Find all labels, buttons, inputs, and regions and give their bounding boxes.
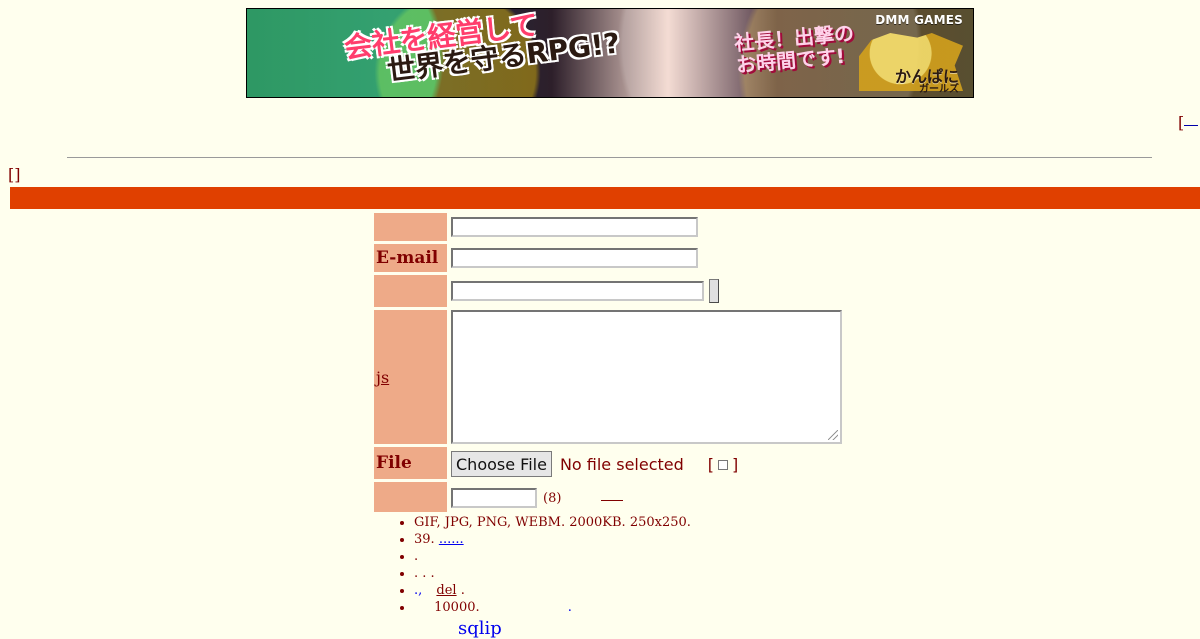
form-row-6-field: (8) [451,486,852,510]
js-label: js [374,310,447,444]
top-area: DMM GAMES 会社を経営して 世界を守るRPG!? 社長！出撃の お時間で… [0,0,1200,132]
email-label: E-mail [374,244,447,272]
form-row-3-field [451,279,852,303]
banner-game-subtitle: ガールズ [919,84,959,95]
form-row-5: File Choose File No file selected [ ] [372,447,852,479]
form-row-6-label [374,482,447,512]
notes-item-5-prefix: ., [414,583,423,598]
notes: GIF, JPG, PNG, WEBM. 2000KB. 250x250. 39… [396,514,916,616]
notes-item-2-text: 39. [414,532,435,547]
notes-item-6-text: 10000. [434,600,480,615]
resize-grip-icon[interactable] [828,430,838,440]
password-input[interactable] [451,488,537,508]
comment-textarea[interactable] [451,310,842,444]
form-row-3-label [374,275,447,307]
name-input[interactable] [451,217,698,237]
banner-ad[interactable]: DMM GAMES 会社を経営して 世界を守るRPG!? 社長！出撃の お時間で… [246,8,974,98]
notes-item-5: ., del . [414,582,916,599]
form-row-3 [372,275,852,307]
file-options-bracket-left: [ [707,454,715,474]
notes-item-5-suffix: . [460,583,465,598]
top-right-link-underline[interactable] [1184,125,1199,126]
email-input[interactable] [451,248,698,268]
notes-item-1: GIF, JPG, PNG, WEBM. 2000KB. 250x250. [414,514,916,531]
form-row-6: (8) [372,482,852,512]
submit-button[interactable] [709,279,719,303]
form-row-4-field [451,310,852,444]
file-label: File [374,447,447,479]
subject-input[interactable] [451,281,704,301]
form-row-2: E-mail [372,244,852,272]
form-row-1-label [374,213,447,241]
choose-file-button[interactable]: Choose File [451,451,552,477]
notes-item-6-tail: . [567,600,572,615]
password-hint: (8) [543,490,562,506]
form-row-1-field [451,217,852,237]
top-right-bracket: [ [1178,113,1199,133]
file-options: [ ] [708,455,739,474]
notes-item-6: 10000. . [414,599,916,616]
banner-brand: DMM GAMES [875,13,963,27]
notes-item-4-text: . . . [414,566,435,581]
js-link[interactable]: js [376,368,389,387]
notes-item-2-link[interactable]: ...... [439,532,464,547]
horizontal-rule [67,157,1152,158]
form-row-5-field: Choose File No file selected [ ] [451,451,852,477]
form-row-2-field [451,248,852,268]
notes-list: GIF, JPG, PNG, WEBM. 2000KB. 250x250. 39… [396,514,916,616]
notes-item-3-text: . [414,549,419,564]
banner-cta: 社長！出撃の お時間です! [733,21,856,77]
notes-item-4: . . . [414,565,916,582]
red-section-bar [10,187,1200,209]
notes-item-1-text: GIF, JPG, PNG, WEBM. 2000KB. 250x250. [414,515,691,530]
mini-brackets: [] [8,165,21,184]
file-status: No file selected [559,454,684,474]
notes-item-3: . [414,548,916,565]
file-options-bracket-right: ] [732,454,739,474]
top-right-bracket-text: [ [1178,113,1185,132]
notes-item-2: 39. ...... [414,531,916,548]
form-row-1 [372,213,852,241]
file-option-checkbox[interactable] [718,460,729,470]
sqlip-link[interactable]: sqlip [458,618,502,639]
password-link-underline[interactable] [601,499,624,501]
form-row-4: js [372,310,852,444]
notes-item-5-del-link[interactable]: del [436,583,456,598]
